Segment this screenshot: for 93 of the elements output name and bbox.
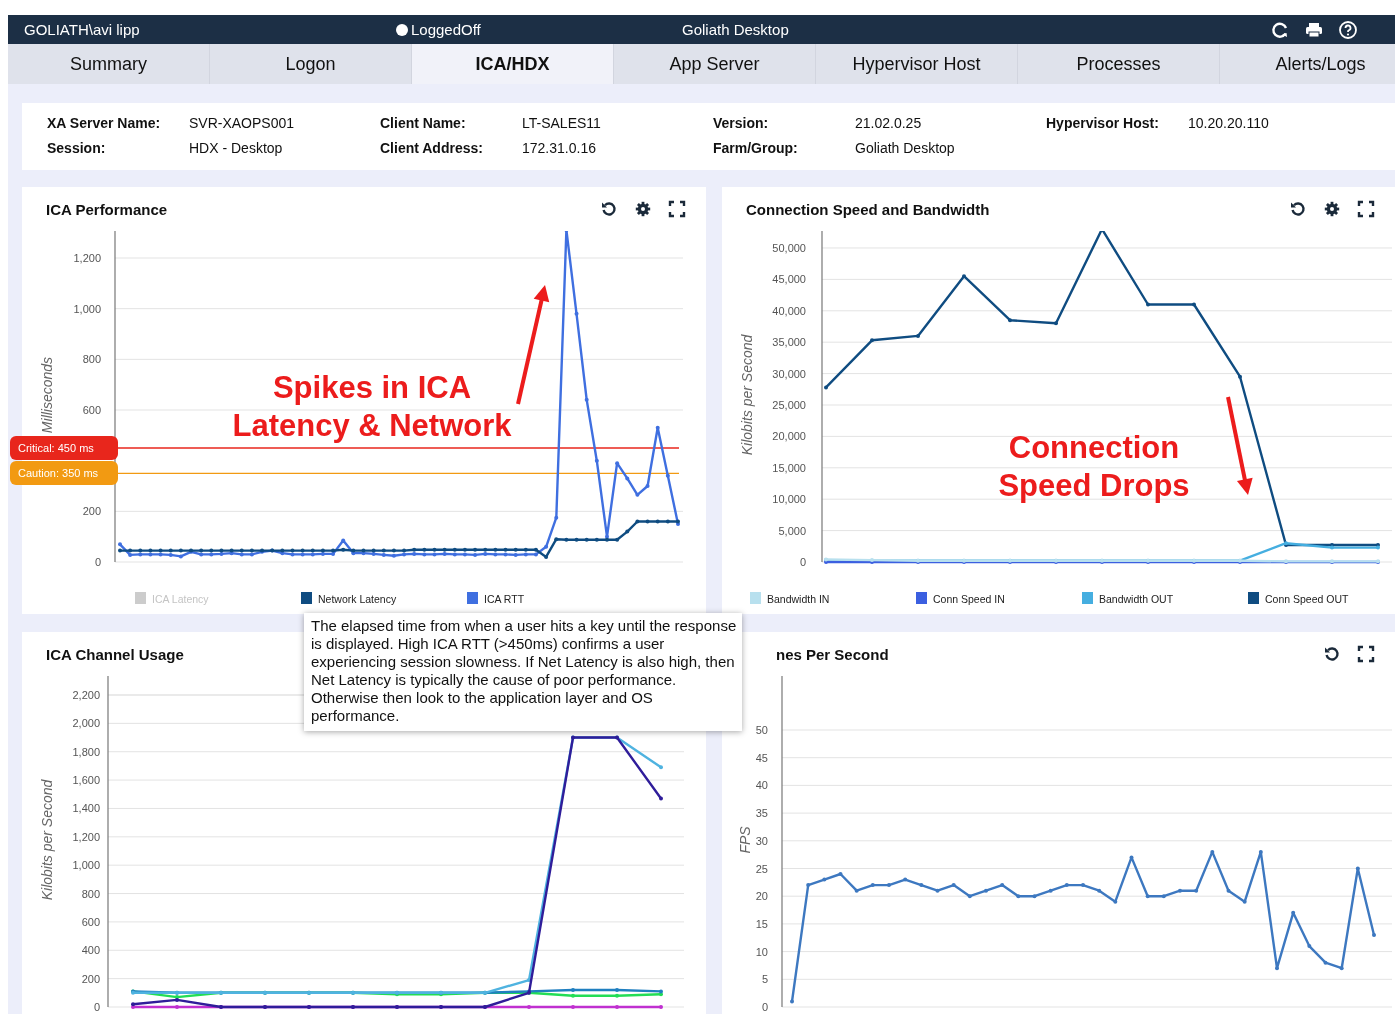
field-label: Session: bbox=[47, 140, 107, 156]
legend-swatch[interactable] bbox=[1082, 592, 1093, 604]
field-label: Client Address: bbox=[380, 140, 484, 156]
axis-tick-label: 20 bbox=[755, 890, 768, 903]
axis-tick-label: 800 bbox=[81, 887, 100, 900]
legend-swatch[interactable] bbox=[1248, 592, 1259, 604]
axis-tick-label: 35 bbox=[755, 807, 768, 820]
axis-tick-label: 2,000 bbox=[72, 717, 100, 730]
chart-title: Connection Speed and Bandwidth bbox=[746, 200, 990, 218]
y-axis-title: Kilobits per Second bbox=[39, 779, 55, 901]
settings-icon[interactable] bbox=[1323, 200, 1341, 218]
axis-tick-label: 600 bbox=[82, 404, 101, 416]
tooltip: The elapsed time from when a user hits a key until the response is displayed. High ICA RTT (>450ms) confirms a user experiencing session slowness. If Net Latency is also high, then Net Latency is typically the cause of poor performance. Otherwise then look to the application layer and OS performance. bbox=[304, 613, 743, 731]
field-value: Goliath Desktop bbox=[855, 140, 956, 156]
session-status: LoggedOff bbox=[396, 21, 481, 38]
axis-tick-label: 10,000 bbox=[772, 493, 806, 506]
axis-tick-label: 45 bbox=[755, 751, 768, 764]
legend-label[interactable]: Conn Speed IN bbox=[933, 593, 1005, 605]
axis-tick-label: 800 bbox=[82, 353, 101, 366]
field-value: LT-SALES11 bbox=[522, 115, 602, 131]
axis-tick-label: 1,200 bbox=[73, 252, 101, 264]
axis-tick-label: 0 bbox=[93, 1001, 100, 1013]
callout-text: Spikes in ICA Latency & Network bbox=[232, 369, 512, 445]
axis-tick-label: 0 bbox=[94, 556, 101, 568]
axis-tick-label: 0 bbox=[799, 556, 806, 568]
y-axis-title: FPS bbox=[737, 826, 753, 854]
axis-tick-label: 40,000 bbox=[772, 304, 806, 317]
chart-title: nes Per Second bbox=[775, 645, 889, 663]
axis-tick-label: 25,000 bbox=[772, 399, 806, 411]
axis-tick-label: 600 bbox=[81, 915, 100, 928]
legend-label[interactable]: Network Latency bbox=[318, 593, 397, 605]
axis-tick-label: 50 bbox=[755, 724, 768, 736]
field-value: SVR-XAOPS001 bbox=[189, 115, 296, 131]
axis-tick-label: 2,200 bbox=[72, 689, 100, 701]
field-label: XA Server Name: bbox=[47, 115, 162, 131]
axis-tick-label: 25 bbox=[755, 862, 768, 875]
legend-swatch[interactable] bbox=[916, 592, 927, 604]
settings-icon[interactable] bbox=[634, 200, 652, 218]
axis-tick-label: 50,000 bbox=[772, 242, 806, 254]
y-axis-title: Milliseconds bbox=[39, 356, 55, 434]
threshold-badge: Critical: 450 ms bbox=[10, 436, 118, 460]
axis-tick-label: 1,200 bbox=[72, 830, 100, 843]
refresh-icon[interactable] bbox=[1323, 645, 1341, 663]
fullscreen-icon[interactable] bbox=[1357, 645, 1375, 663]
threshold-badge: Caution: 350 ms bbox=[10, 461, 118, 486]
axis-tick-label: 5,000 bbox=[778, 524, 806, 537]
refresh-icon[interactable] bbox=[1289, 200, 1307, 218]
field-label: Farm/Group: bbox=[713, 140, 799, 156]
field-value: HDX - Desktop bbox=[189, 140, 284, 156]
field-value: 172.31.0.16 bbox=[522, 140, 597, 156]
tab[interactable]: ICA/HDX bbox=[412, 44, 614, 84]
legend-label[interactable]: ICA RTT bbox=[484, 593, 525, 605]
legend-swatch[interactable] bbox=[135, 592, 146, 604]
axis-tick-label: 30,000 bbox=[772, 367, 806, 380]
axis-tick-label: 15 bbox=[755, 917, 768, 930]
field-label: Version: bbox=[713, 115, 770, 131]
axis-tick-label: 15,000 bbox=[772, 461, 806, 474]
field-label: Hypervisor Host: bbox=[1046, 115, 1160, 131]
axis-tick-label: 20,000 bbox=[772, 430, 806, 443]
callout-text: Connection Speed Drops bbox=[998, 429, 1190, 505]
user-name: GOLIATH\avi lipp bbox=[24, 21, 140, 38]
axis-tick-label: 400 bbox=[81, 944, 100, 957]
window-title: Goliath Desktop bbox=[682, 21, 789, 38]
axis-tick-label: 35,000 bbox=[772, 336, 806, 349]
axis-tick-label: 10 bbox=[755, 945, 768, 958]
axis-tick-label: 40 bbox=[755, 779, 768, 792]
fullscreen-icon[interactable] bbox=[1357, 200, 1375, 218]
axis-tick-label: 1,400 bbox=[72, 802, 100, 815]
field-label: Client Name: bbox=[380, 115, 467, 131]
help-icon[interactable] bbox=[1338, 19, 1358, 40]
chart-title: ICA Performance bbox=[46, 200, 168, 218]
axis-tick-label: 5 bbox=[761, 973, 768, 986]
legend-label[interactable]: Bandwidth IN bbox=[767, 593, 830, 605]
legend-label[interactable]: Conn Speed OUT bbox=[1265, 593, 1349, 605]
axis-tick-label: 200 bbox=[82, 505, 101, 518]
axis-tick-label: 1,600 bbox=[72, 774, 100, 787]
field-value: 21.02.0.25 bbox=[855, 115, 923, 131]
fullscreen-icon[interactable] bbox=[668, 200, 686, 218]
axis-tick-label: 200 bbox=[81, 972, 100, 985]
axis-tick-label: 30 bbox=[755, 834, 768, 847]
field-value: 10.20.20.110 bbox=[1188, 115, 1270, 131]
y-axis-title: Kilobits per Second bbox=[739, 334, 755, 456]
axis-tick-label: 1,000 bbox=[72, 859, 100, 872]
axis-tick-label: 45,000 bbox=[772, 273, 806, 286]
chart-title: ICA Channel Usage bbox=[46, 645, 184, 663]
legend-swatch[interactable] bbox=[750, 592, 761, 604]
axis-tick-label: 1,800 bbox=[72, 745, 100, 758]
axis-tick-label: 1,000 bbox=[73, 302, 101, 315]
axis-tick-label: 0 bbox=[761, 1001, 768, 1013]
legend-swatch[interactable] bbox=[467, 592, 478, 604]
legend-label[interactable]: Bandwidth OUT bbox=[1099, 593, 1174, 605]
legend-swatch[interactable] bbox=[301, 592, 312, 604]
refresh-icon[interactable] bbox=[600, 200, 618, 218]
